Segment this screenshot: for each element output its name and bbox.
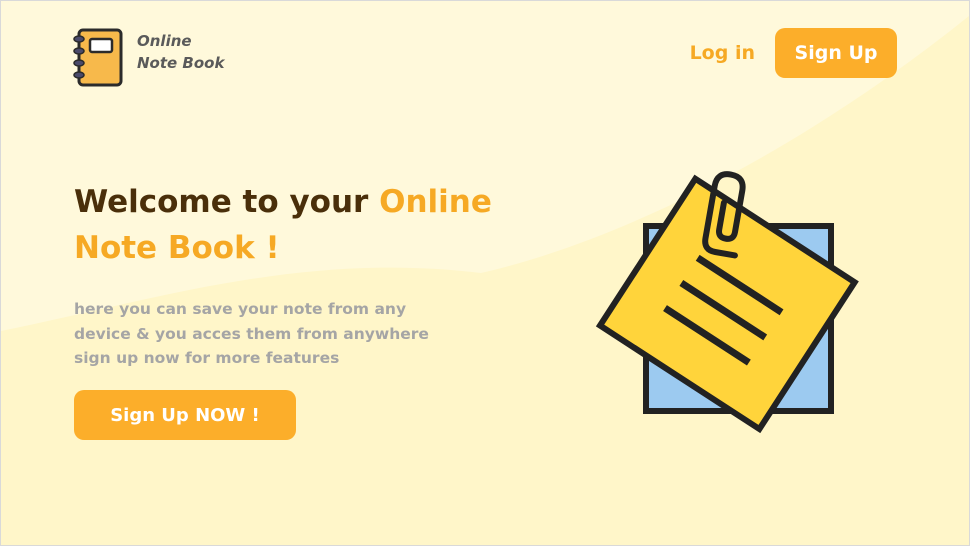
hero-description: here you can save your note from any dev…: [74, 297, 454, 371]
hero-description-line: sign up now for more features: [74, 349, 340, 367]
signup-now-button[interactable]: Sign Up NOW !: [74, 390, 296, 440]
brand-line-2: Note Book: [137, 54, 225, 72]
hero-description-line: device & you acces them from anywhere: [74, 324, 429, 343]
brand-line-1: Online: [137, 32, 192, 50]
hero-title-accent-online: Online: [379, 184, 492, 220]
hero-title-accent-notebook: Note Book !: [74, 230, 280, 266]
sticky-note-with-paperclip-icon: [595, 171, 859, 434]
hero-title-prefix: Welcome to your: [74, 184, 380, 220]
hero-title: Welcome to your Online Note Book !: [74, 179, 514, 271]
brand-name: Online Note Book: [137, 30, 224, 74]
hero-description-line: here you can save your note from any: [74, 300, 407, 318]
login-link[interactable]: Log in: [690, 42, 755, 64]
landing-page: Online Note Book Log in Sign Up Welcome …: [0, 0, 970, 546]
top-nav: Log in Sign Up: [690, 28, 897, 78]
notebook-icon: [73, 28, 123, 87]
brand-logo[interactable]: Online Note Book: [73, 27, 224, 89]
signup-button[interactable]: Sign Up: [775, 28, 897, 78]
